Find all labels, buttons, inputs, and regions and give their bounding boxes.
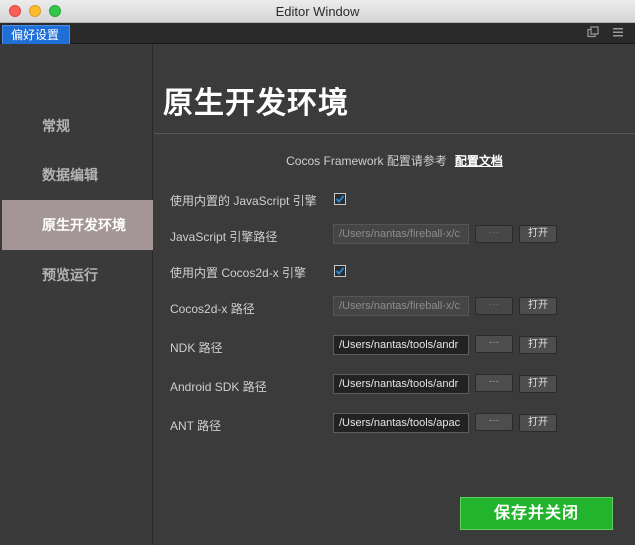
- tab-bar: 偏好设置: [0, 23, 635, 44]
- js-path-open-button[interactable]: 打开: [519, 225, 557, 243]
- android-sdk-path-open-button[interactable]: 打开: [519, 375, 557, 393]
- cocos-path-input[interactable]: /Users/nantas/fireball-x/c: [333, 296, 469, 316]
- cocos-builtin-checkbox[interactable]: [334, 265, 346, 277]
- js-path-label: JavaScript 引擎路径: [170, 230, 278, 244]
- cocos-path-browse-button[interactable]: ···: [475, 297, 513, 315]
- android-sdk-path-label: Android SDK 路径: [170, 380, 267, 394]
- main-panel: 原生开发环境 Cocos Framework 配置请参考 配置文档 使用内置的 J…: [154, 44, 635, 545]
- ndk-path-browse-button[interactable]: ···: [475, 335, 513, 353]
- window-title: Editor Window: [275, 4, 360, 19]
- android-sdk-path-input[interactable]: /Users/nantas/tools/andr: [333, 374, 469, 394]
- checkmark-icon: [335, 195, 345, 203]
- ndk-path-input[interactable]: /Users/nantas/tools/andr: [333, 335, 469, 355]
- save-and-close-button[interactable]: 保存并关闭: [460, 497, 613, 530]
- ant-path-browse-button[interactable]: ···: [475, 413, 513, 431]
- ndk-path-open-button[interactable]: 打开: [519, 336, 557, 354]
- framework-text: Cocos Framework 配置请参考: [286, 154, 447, 168]
- menu-icon[interactable]: [611, 26, 625, 40]
- sidebar-item-native-dev[interactable]: 原生开发环境: [2, 200, 153, 250]
- cocos-path-label: Cocos2d-x 路径: [170, 302, 255, 316]
- sidebar-item-preview-run[interactable]: 预览运行: [2, 250, 153, 300]
- ant-path-open-button[interactable]: 打开: [519, 414, 557, 432]
- js-path-browse-button[interactable]: ···: [475, 225, 513, 243]
- sidebar-item-general[interactable]: 常规: [2, 101, 153, 151]
- android-sdk-path-browse-button[interactable]: ···: [475, 374, 513, 392]
- js-path-input[interactable]: /Users/nantas/fireball-x/c: [333, 224, 469, 244]
- page-title: 原生开发环境: [163, 87, 349, 120]
- sidebar: 常规 数据编辑 原生开发环境 预览运行: [0, 44, 153, 545]
- popout-icon[interactable]: [586, 26, 600, 40]
- cocos-builtin-label: 使用内置 Cocos2d-x 引擎: [170, 266, 307, 280]
- ant-path-input[interactable]: /Users/nantas/tools/apac: [333, 413, 469, 433]
- js-builtin-checkbox[interactable]: [334, 193, 346, 205]
- sidebar-item-data-editing[interactable]: 数据编辑: [2, 150, 153, 200]
- cocos-path-open-button[interactable]: 打开: [519, 297, 557, 315]
- js-builtin-label: 使用内置的 JavaScript 引擎: [170, 194, 317, 208]
- title-divider: [154, 133, 635, 134]
- checkmark-icon: [335, 267, 345, 275]
- ndk-path-label: NDK 路径: [170, 341, 223, 355]
- window-titlebar: Editor Window: [0, 0, 635, 23]
- tab-preferences[interactable]: 偏好设置: [2, 25, 70, 44]
- ant-path-label: ANT 路径: [170, 419, 222, 433]
- doc-link[interactable]: 配置文档: [455, 154, 503, 168]
- framework-info: Cocos Framework 配置请参考 配置文档: [154, 152, 635, 169]
